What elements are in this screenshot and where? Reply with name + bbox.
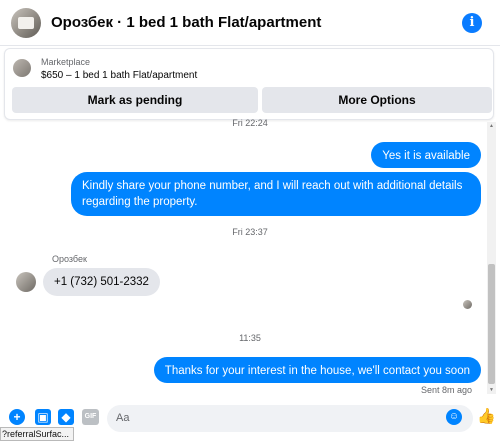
scrollbar-thumb[interactable] [488,264,495,384]
outgoing-message[interactable]: Kindly share your phone number, and I wi… [71,172,481,216]
timestamp: Fri 22:24 [232,118,268,128]
message-scrollbar[interactable]: ▲ ▼ [487,122,496,394]
info-icon[interactable]: i [462,13,482,33]
link-status-tooltip: ?referralSurfac... [0,427,74,441]
photo-icon[interactable]: ▣ [35,409,51,425]
scroll-down-arrow-icon[interactable]: ▼ [488,387,495,393]
sender-avatar[interactable] [16,272,36,292]
listing-source: Marketplace [41,57,91,67]
timestamp: 11:35 [239,333,261,343]
conversation-title[interactable]: Орозбек · 1 bed 1 bath Flat/apartment [51,14,321,31]
contact-avatar[interactable] [11,7,41,38]
incoming-message[interactable]: +1 (732) 501-2332 [43,268,160,296]
marketplace-listing-card: Marketplace $650 – 1 bed 1 bath Flat/apa… [4,48,494,120]
emoji-icon[interactable]: ☺ [446,409,462,425]
scroll-up-arrow-icon[interactable]: ▲ [488,123,495,129]
plus-icon[interactable]: + [9,409,25,425]
message-input[interactable]: Aa [107,405,473,432]
sent-status: Sent 8m ago [420,385,472,395]
sender-name: Орозбек [52,254,87,264]
timestamp: Fri 23:37 [232,227,268,237]
listing-name[interactable]: $650 – 1 bed 1 bath Flat/apartment [41,70,197,81]
sticker-icon[interactable]: ◆ [58,409,74,425]
mark-as-pending-button[interactable]: Mark as pending [12,87,258,113]
outgoing-message[interactable]: Thanks for your interest in the house, w… [153,357,481,383]
more-options-button[interactable]: More Options [262,87,492,113]
conversation-header: Орозбек · 1 bed 1 bath Flat/apartment i [0,0,500,46]
listing-thumbnail[interactable] [13,59,31,77]
thumbs-up-icon[interactable]: 👍 [477,408,496,426]
gif-icon[interactable]: GIF [82,409,99,425]
seen-indicator-avatar [463,300,472,309]
outgoing-message[interactable]: Yes it is available [371,142,481,168]
